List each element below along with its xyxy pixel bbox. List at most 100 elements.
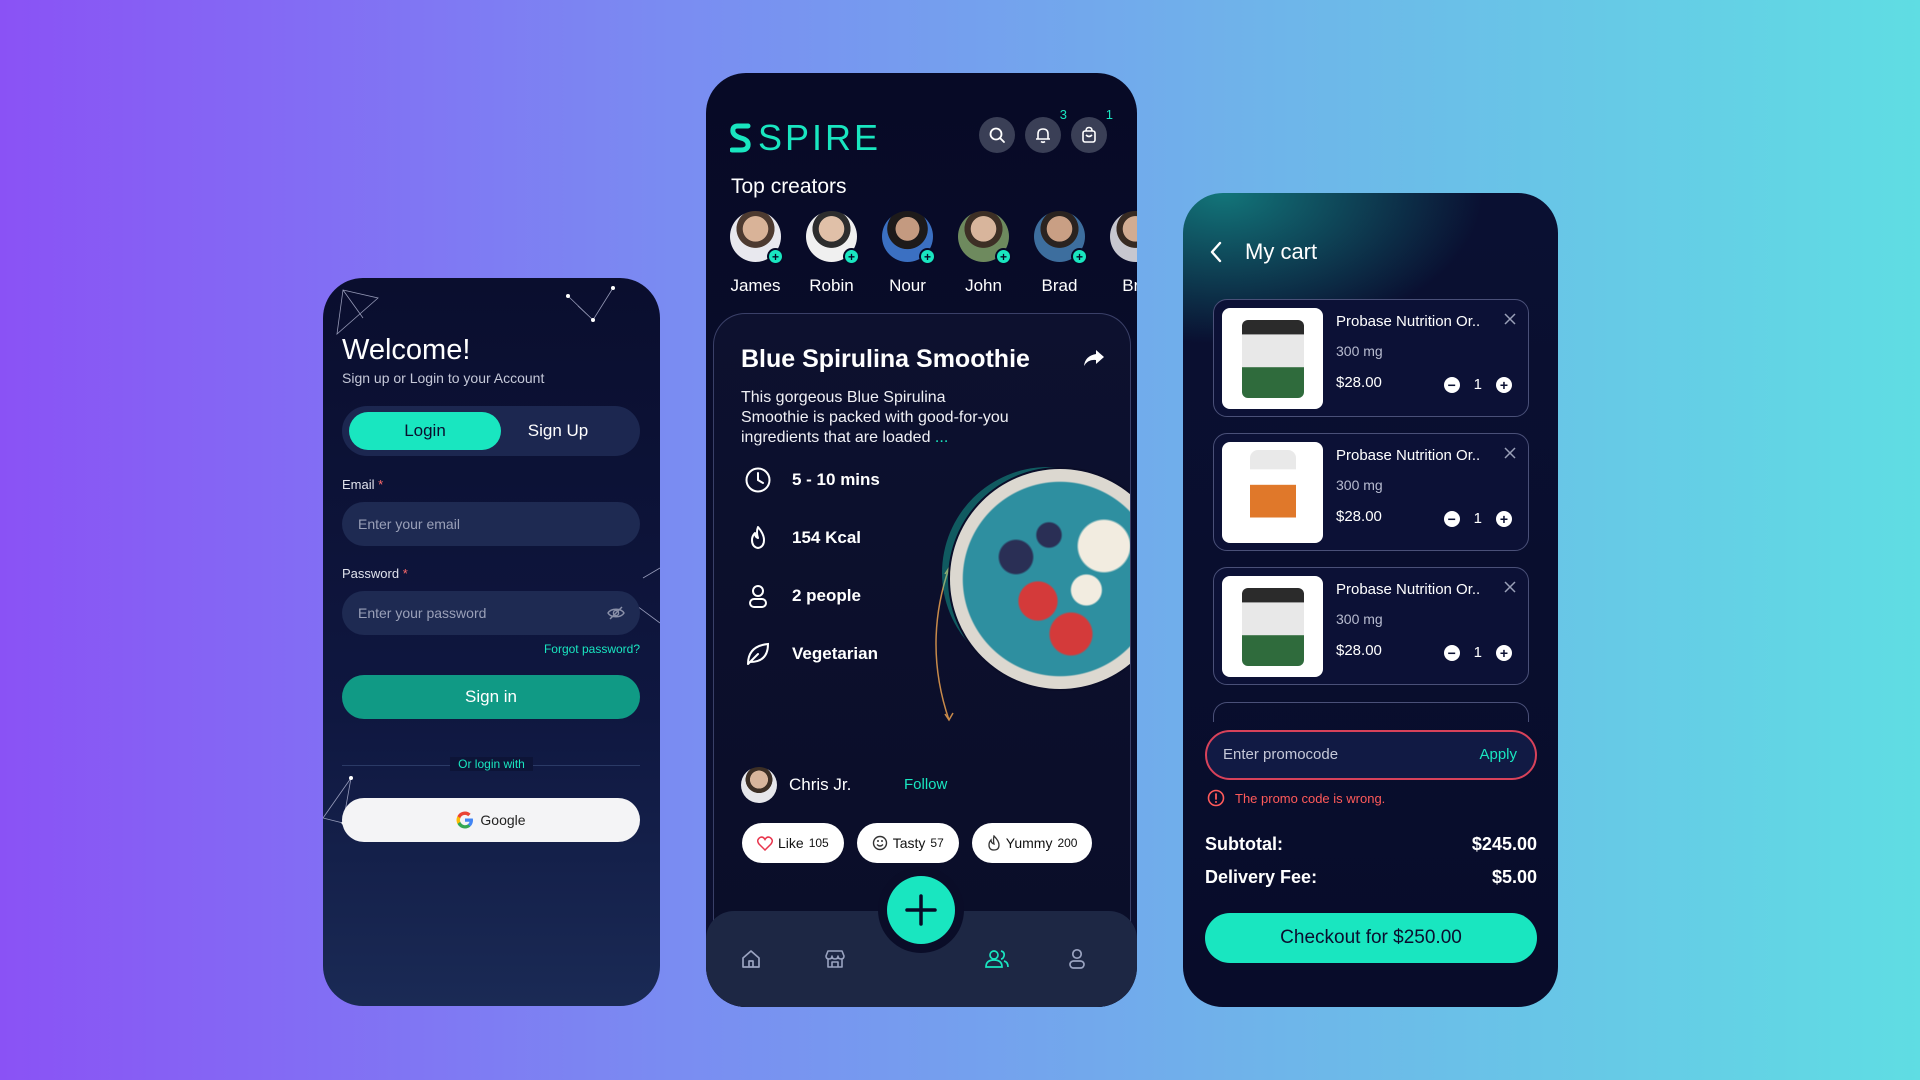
stat-calories: 154 Kcal xyxy=(744,524,861,552)
email-field[interactable]: Enter your email xyxy=(342,502,640,546)
email-label: Email * xyxy=(342,477,384,492)
yummy-button[interactable]: Yummy 200 xyxy=(971,823,1093,863)
profile-icon[interactable] xyxy=(1067,948,1087,970)
smile-icon xyxy=(872,835,887,851)
password-field[interactable]: Enter your password xyxy=(342,591,640,635)
delivery-label: Delivery Fee: xyxy=(1205,867,1318,887)
delivery-fee-row: Delivery Fee: $5.00 xyxy=(1205,867,1537,888)
creator-name: James xyxy=(730,276,781,295)
stat-time: 5 - 10 mins xyxy=(744,466,880,494)
creator-name: Brad xyxy=(1041,276,1078,295)
share-icon[interactable] xyxy=(1082,348,1106,368)
google-login-button[interactable]: Google xyxy=(342,798,640,842)
creator-john[interactable]: + John xyxy=(958,211,1012,296)
cart-screen: My cart Probase Nutrition Or.. 300 mg $2… xyxy=(1183,193,1558,1007)
eye-off-icon[interactable] xyxy=(606,603,626,623)
email-placeholder: Enter your email xyxy=(358,516,460,532)
stat-diet: Vegetarian xyxy=(744,640,878,668)
recipe-screen: SPIRE 3 1 Top creators + James + Robin +… xyxy=(706,73,1137,1007)
quantity-value: 1 xyxy=(1473,644,1482,661)
tab-signup[interactable]: Sign Up xyxy=(482,412,634,450)
creator-name: John xyxy=(965,276,1002,295)
search-button[interactable] xyxy=(979,117,1015,153)
follow-button[interactable]: Follow xyxy=(904,776,947,793)
product-image[interactable] xyxy=(1222,576,1323,677)
search-icon xyxy=(989,127,1005,143)
creator-name: Robin xyxy=(809,276,854,295)
welcome-subtitle: Sign up or Login to your Account xyxy=(342,370,545,386)
recipe-author[interactable]: Chris Jr. xyxy=(741,767,851,803)
creator-name: Bra xyxy=(1122,276,1137,295)
cart-button[interactable]: 1 xyxy=(1071,107,1113,153)
product-image[interactable] xyxy=(1222,442,1323,543)
brand-logo[interactable]: SPIRE xyxy=(730,117,881,159)
quantity-stepper: − 1 + xyxy=(1443,644,1512,661)
creator-robin[interactable]: + Robin xyxy=(806,211,860,296)
brand-name: SPIRE xyxy=(758,117,882,158)
follow-plus-icon[interactable]: + xyxy=(767,248,784,265)
reactions-bar: Like 105 Tasty 57 Yummy 200 xyxy=(742,823,1093,863)
product-price: $28.00 xyxy=(1336,642,1382,659)
cart-item-partial xyxy=(1213,702,1529,722)
product-dose: 300 mg xyxy=(1336,611,1383,627)
product-name[interactable]: Probase Nutrition Or.. xyxy=(1336,581,1480,598)
google-label: Google xyxy=(480,812,526,828)
product-name[interactable]: Probase Nutrition Or.. xyxy=(1336,313,1480,330)
follow-plus-icon[interactable]: + xyxy=(995,248,1012,265)
author-name: Chris Jr. xyxy=(789,775,852,794)
increase-qty-button[interactable]: + xyxy=(1496,510,1512,527)
delivery-value: $5.00 xyxy=(1491,867,1537,887)
follow-plus-icon[interactable]: + xyxy=(843,248,860,265)
product-name[interactable]: Probase Nutrition Or.. xyxy=(1336,447,1480,464)
notifications-count: 3 xyxy=(1059,107,1067,122)
signin-button[interactable]: Sign in xyxy=(342,675,640,719)
back-arrow-icon[interactable] xyxy=(1209,241,1223,263)
alert-circle-icon xyxy=(1207,789,1225,807)
avatar: + xyxy=(806,211,860,265)
apply-promo-button[interactable]: Apply xyxy=(1479,746,1517,763)
auth-mode-toggle: Login Sign Up xyxy=(342,406,640,456)
decrease-qty-button[interactable]: − xyxy=(1443,510,1460,527)
decrease-qty-button[interactable]: − xyxy=(1443,644,1460,661)
store-icon[interactable] xyxy=(823,948,847,970)
community-icon[interactable] xyxy=(984,948,1010,970)
person-icon xyxy=(749,585,767,608)
recipe-title: Blue Spirulina Smoothie xyxy=(741,345,1030,373)
creator-james[interactable]: + James xyxy=(730,211,784,296)
avatar: + xyxy=(882,211,936,265)
welcome-title: Welcome! xyxy=(342,334,471,366)
creator-nour[interactable]: + Nour xyxy=(882,211,936,296)
increase-qty-button[interactable]: + xyxy=(1496,644,1512,661)
tasty-button[interactable]: Tasty 57 xyxy=(856,823,959,863)
home-icon[interactable] xyxy=(740,948,762,970)
cart-count: 1 xyxy=(1105,107,1113,122)
forgot-password-link[interactable]: Forgot password? xyxy=(544,642,640,656)
product-dose: 300 mg xyxy=(1336,343,1383,359)
increase-qty-button[interactable]: + xyxy=(1496,376,1512,393)
checkout-button[interactable]: Checkout for $250.00 xyxy=(1205,913,1537,963)
cart-header: My cart xyxy=(1209,239,1317,265)
product-price: $28.00 xyxy=(1336,508,1382,525)
close-icon[interactable] xyxy=(1504,313,1516,325)
subtotal-value: $245.00 xyxy=(1471,834,1537,854)
creator-name: Nour xyxy=(889,276,926,295)
creator-partial[interactable]: Bra xyxy=(1110,211,1137,296)
add-button[interactable] xyxy=(887,876,955,944)
notifications-button[interactable]: 3 xyxy=(1025,107,1067,153)
close-icon[interactable] xyxy=(1504,581,1516,593)
decrease-qty-button[interactable]: − xyxy=(1443,376,1460,393)
spirulina-pack-image xyxy=(1241,587,1304,666)
shopping-bag-icon xyxy=(1082,126,1096,143)
follow-plus-icon[interactable]: + xyxy=(1071,248,1088,265)
read-more-link[interactable]: ... xyxy=(935,429,948,446)
quantity-value: 1 xyxy=(1473,510,1482,527)
follow-plus-icon[interactable]: + xyxy=(919,248,936,265)
plus-icon xyxy=(905,894,937,926)
tab-login[interactable]: Login xyxy=(349,412,501,450)
promo-code-input[interactable]: Enter promocode Apply xyxy=(1205,730,1537,780)
quantity-value: 1 xyxy=(1473,376,1482,393)
close-icon[interactable] xyxy=(1504,447,1516,459)
product-image[interactable] xyxy=(1222,308,1323,409)
like-button[interactable]: Like 105 xyxy=(742,823,844,863)
creator-brad[interactable]: + Brad xyxy=(1034,211,1088,296)
